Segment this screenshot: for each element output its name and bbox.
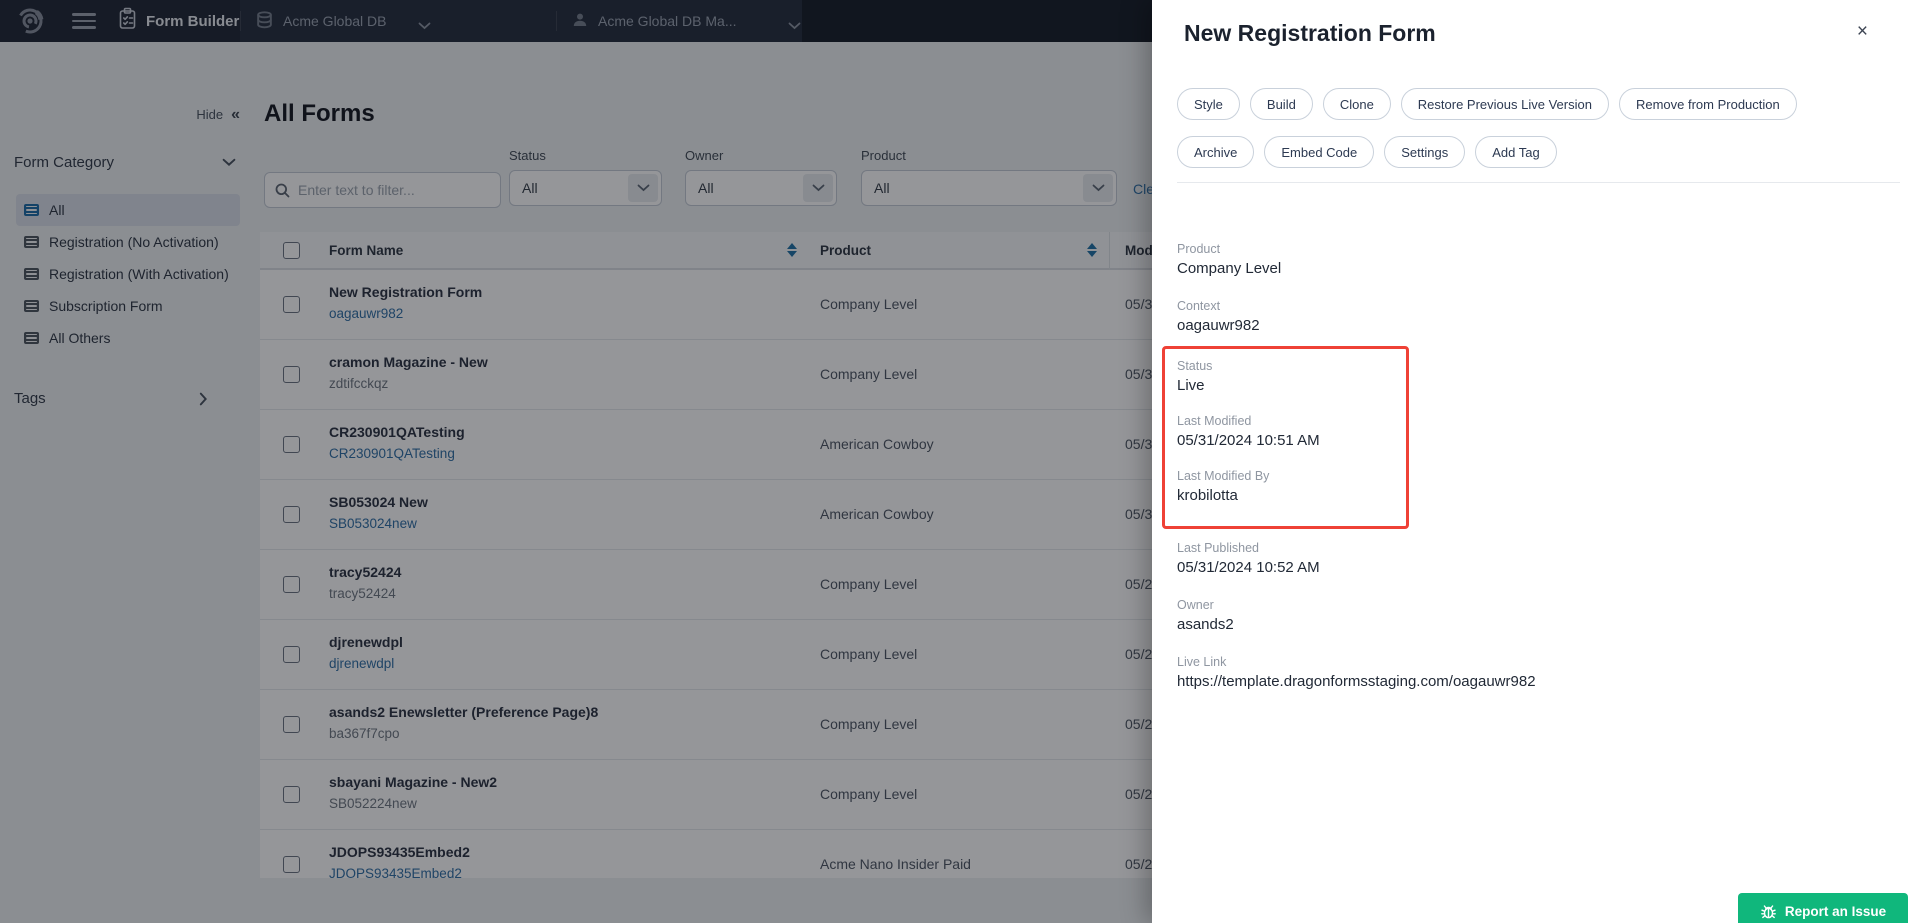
drawer-action-add-tag-button[interactable]: Add Tag bbox=[1475, 136, 1556, 168]
drawer-action-build-button[interactable]: Build bbox=[1250, 88, 1313, 120]
highlight-red-box: Status Live Last Modified 05/31/2024 10:… bbox=[1162, 346, 1409, 529]
field-value: asands2 bbox=[1177, 616, 1607, 633]
drawer-action-embed-code-button[interactable]: Embed Code bbox=[1264, 136, 1374, 168]
field-status: Status Live bbox=[1177, 359, 1406, 394]
field-value: https://template.dragonformsstaging.com/… bbox=[1177, 673, 1607, 690]
drawer-action-remove-from-production-button[interactable]: Remove from Production bbox=[1619, 88, 1797, 120]
close-icon[interactable]: × bbox=[1857, 22, 1868, 41]
field-label: Product bbox=[1177, 242, 1607, 256]
drawer-action-archive-button[interactable]: Archive bbox=[1177, 136, 1254, 168]
report-an-issue-button[interactable]: Report an Issue bbox=[1738, 893, 1908, 923]
field-label: Owner bbox=[1177, 598, 1607, 612]
field-value: Company Level bbox=[1177, 260, 1607, 277]
bug-icon bbox=[1760, 903, 1777, 920]
field-value: oagauwr982 bbox=[1177, 317, 1607, 334]
field-value: Live bbox=[1177, 377, 1406, 394]
field-owner: Owner asands2 bbox=[1177, 598, 1607, 633]
field-label: Last Published bbox=[1177, 541, 1607, 555]
report-an-issue-label: Report an Issue bbox=[1785, 904, 1886, 919]
drawer-action-settings-button[interactable]: Settings bbox=[1384, 136, 1465, 168]
field-label: Last Modified bbox=[1177, 414, 1406, 428]
field-value: 05/31/2024 10:51 AM bbox=[1177, 432, 1406, 449]
field-context: Context oagauwr982 bbox=[1177, 299, 1607, 334]
form-details-drawer: New Registration Form × Style Build Clon… bbox=[1152, 0, 1920, 923]
field-live-link: Live Link https://template.dragonformsst… bbox=[1177, 655, 1607, 690]
divider bbox=[1177, 182, 1900, 183]
field-label: Context bbox=[1177, 299, 1607, 313]
field-label: Status bbox=[1177, 359, 1406, 373]
drawer-action-style-button[interactable]: Style bbox=[1177, 88, 1240, 120]
drawer-actions-row-2: Archive Embed Code Settings Add Tag bbox=[1177, 136, 1557, 168]
field-last-published: Last Published 05/31/2024 10:52 AM bbox=[1177, 541, 1607, 576]
drawer-fields: Product Company Level Context oagauwr982… bbox=[1177, 242, 1607, 712]
fields-top: Product Company Level Context oagauwr982 bbox=[1177, 242, 1607, 334]
field-value: krobilotta bbox=[1177, 487, 1406, 504]
drawer-title: New Registration Form bbox=[1184, 20, 1436, 47]
drawer-action-restore-previous-live-version-button[interactable]: Restore Previous Live Version bbox=[1401, 88, 1609, 120]
fields-bottom: Last Published 05/31/2024 10:52 AM Owner… bbox=[1177, 541, 1607, 690]
field-label: Last Modified By bbox=[1177, 469, 1406, 483]
modal-backdrop bbox=[0, 0, 1152, 923]
field-last-modified: Last Modified 05/31/2024 10:51 AM bbox=[1177, 414, 1406, 449]
field-last-modified-by: Last Modified By krobilotta bbox=[1177, 469, 1406, 504]
field-value: 05/31/2024 10:52 AM bbox=[1177, 559, 1607, 576]
field-label: Live Link bbox=[1177, 655, 1607, 669]
field-product: Product Company Level bbox=[1177, 242, 1607, 277]
drawer-actions-row-1: Style Build Clone Restore Previous Live … bbox=[1177, 88, 1797, 120]
drawer-action-clone-button[interactable]: Clone bbox=[1323, 88, 1391, 120]
